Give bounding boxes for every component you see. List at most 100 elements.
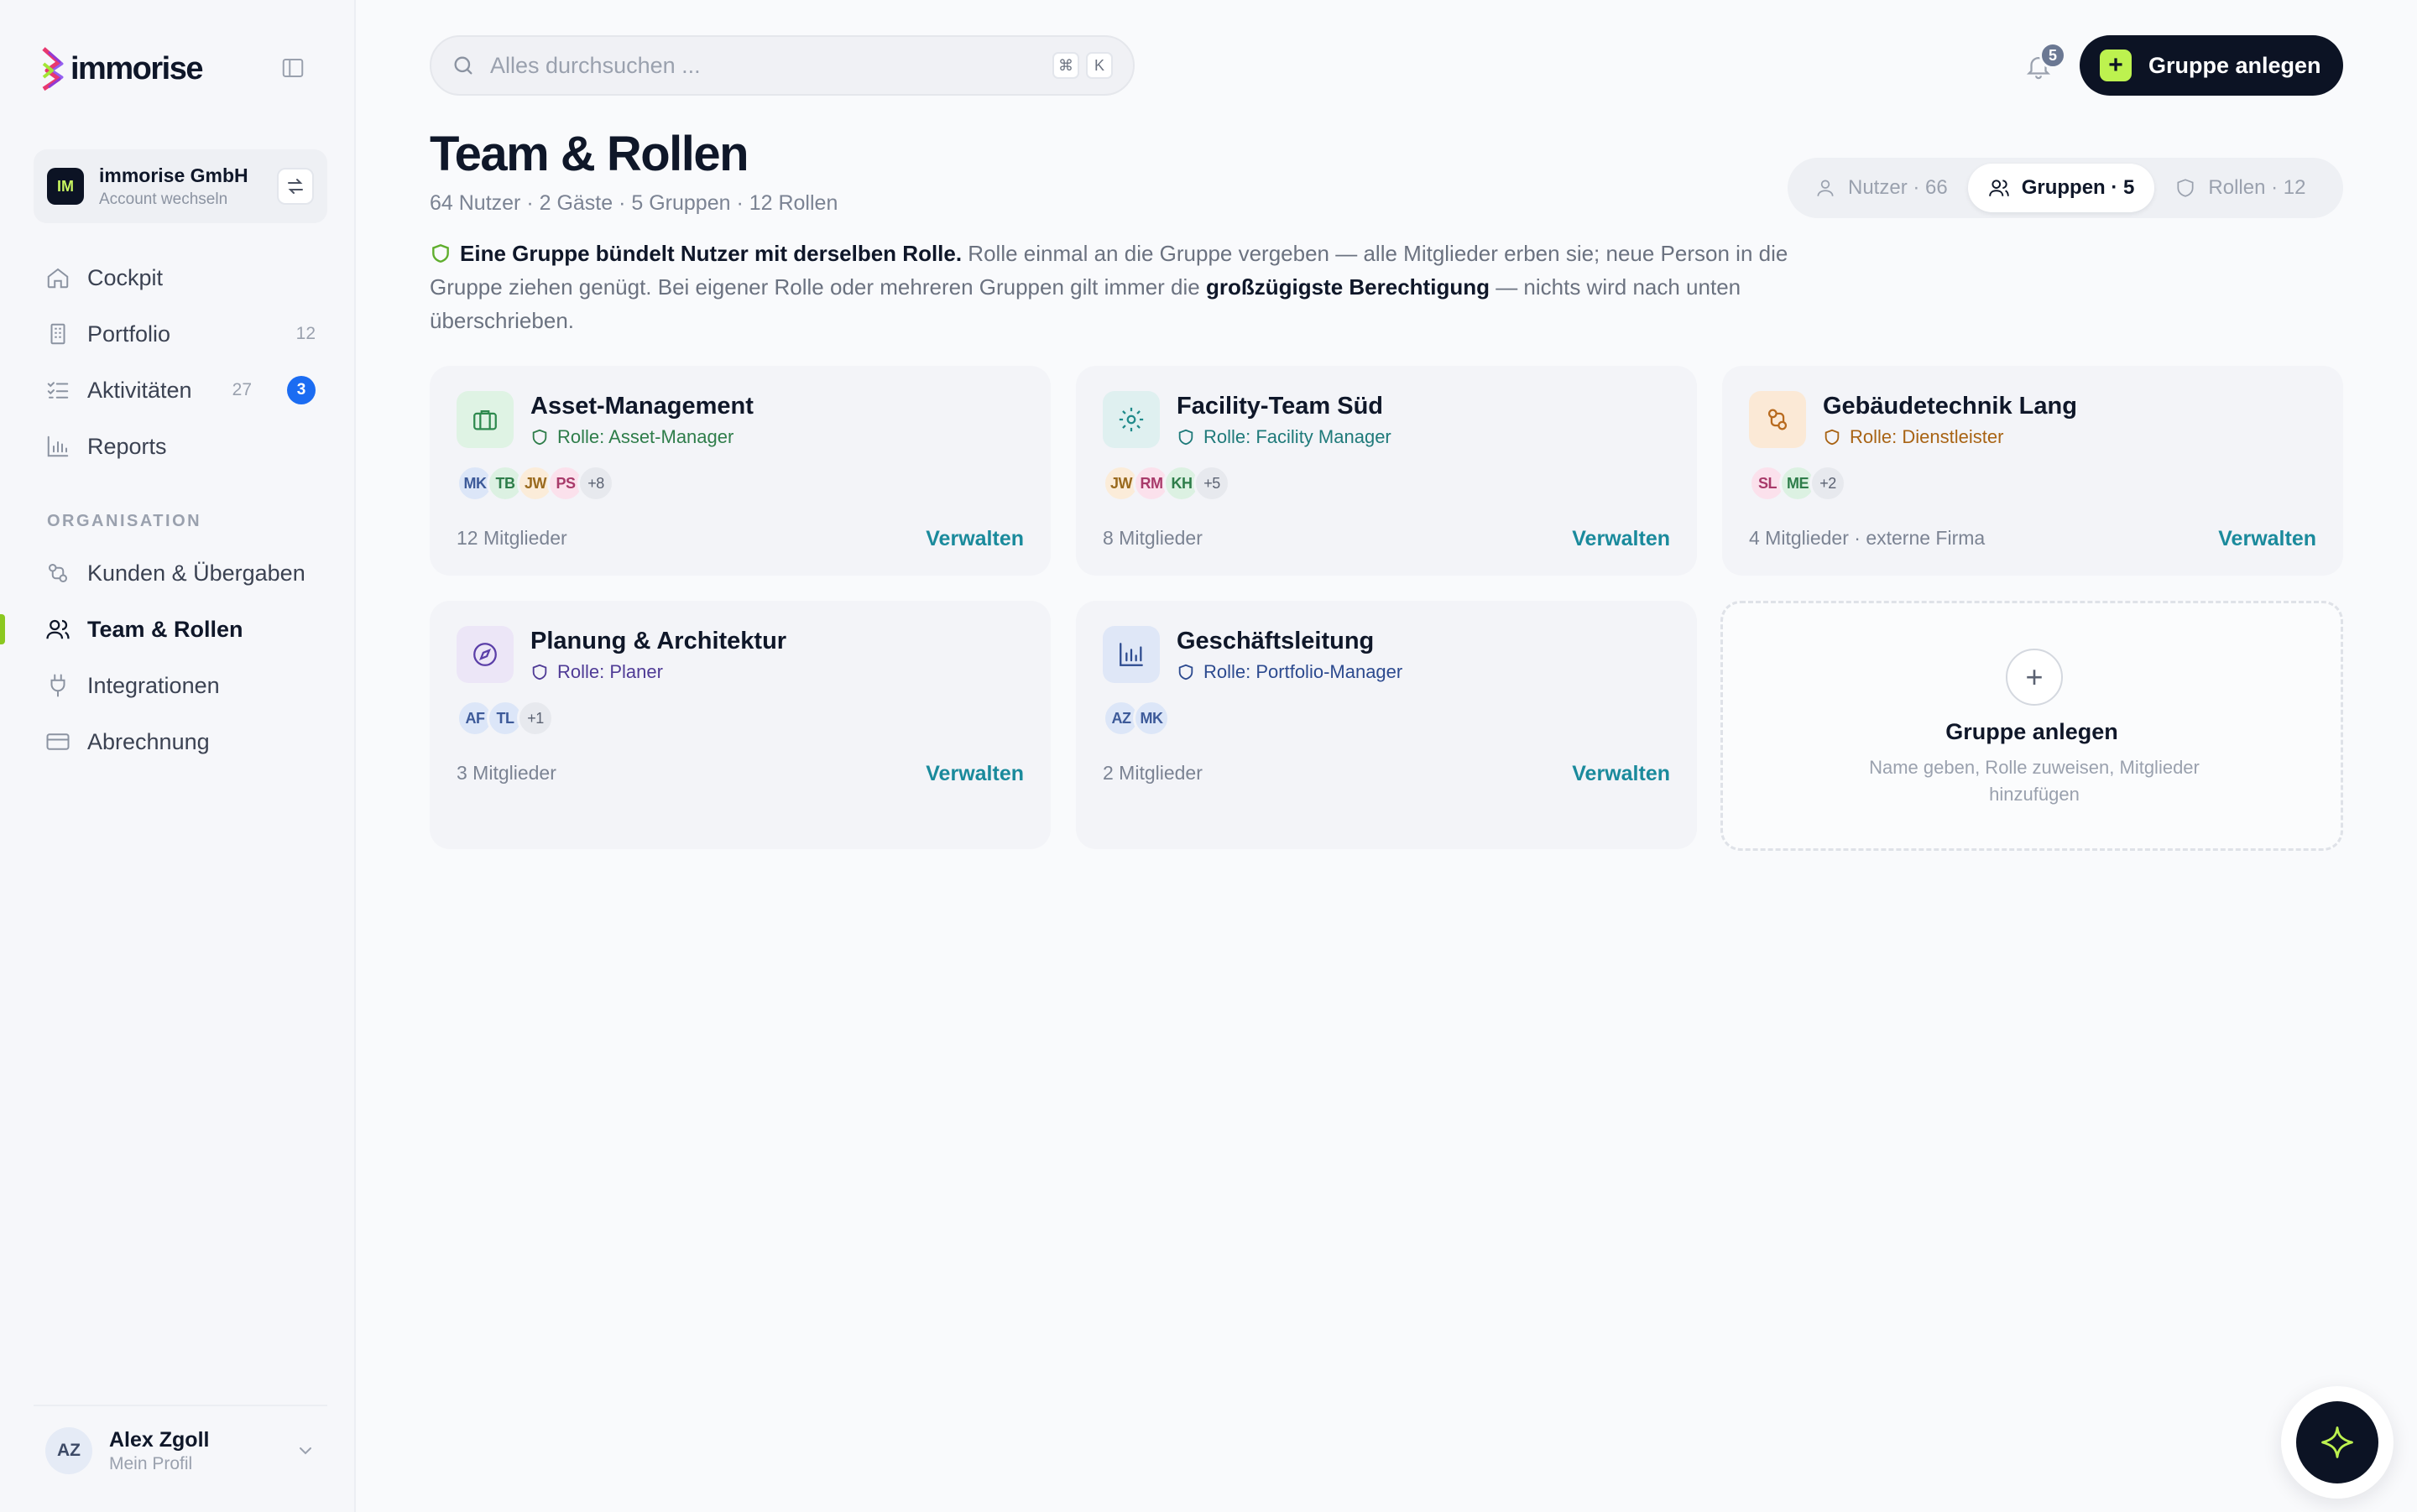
switch-account-icon[interactable]	[277, 168, 314, 205]
bar-chart-icon	[1103, 626, 1160, 683]
add-group-card[interactable]: + Gruppe anlegen Name geben, Rolle zuwei…	[1720, 601, 2343, 851]
group-card-asset-management[interactable]: Asset-Management Rolle: Asset-Manager MK…	[430, 366, 1051, 576]
notification-count-badge: 5	[2039, 42, 2066, 69]
sidebar-item-portfolio[interactable]: Portfolio 12	[34, 308, 327, 360]
compass-icon	[457, 626, 514, 683]
group-role-label: Rolle: Asset-Manager	[557, 426, 734, 447]
group-role: Rolle: Facility Manager	[1177, 426, 1391, 448]
shortcut-key-k: K	[1086, 52, 1113, 79]
users-icon	[46, 619, 70, 639]
group-card-gebaeudetechnik[interactable]: Gebäudetechnik Lang Rolle: Dienstleister…	[1722, 366, 2343, 576]
shield-icon	[1178, 429, 1193, 446]
logo[interactable]: immorise	[40, 45, 203, 92]
people-icon	[1749, 391, 1806, 448]
create-group-label: Gruppe anlegen	[2148, 52, 2321, 78]
manage-link[interactable]: Verwalten	[926, 762, 1024, 786]
member-count: 8 Mitglieder	[1103, 527, 1203, 549]
search-input[interactable]	[490, 52, 1046, 79]
sidebar-item-cockpit[interactable]: Cockpit	[34, 252, 327, 304]
plus-icon: +	[2100, 50, 2132, 81]
manage-link[interactable]: Verwalten	[1572, 762, 1670, 786]
add-group-title: Gruppe anlegen	[1945, 719, 2118, 744]
checklist-icon	[47, 382, 69, 399]
account-avatar: IM	[47, 168, 84, 205]
avatar-more: +1	[517, 700, 554, 737]
logo-mark-icon	[42, 47, 64, 91]
page-title: Team & Rollen	[430, 127, 749, 181]
sidebar-item-label: Aktivitäten	[87, 377, 192, 403]
sidebar-item-count: 27	[232, 380, 252, 399]
briefcase-icon	[457, 391, 514, 448]
shield-icon	[432, 243, 449, 263]
member-count: 3 Mitglieder	[457, 762, 556, 784]
shield-icon	[1824, 429, 1840, 446]
logo-text: immorise	[70, 50, 203, 86]
group-card-geschaeftsleitung[interactable]: Geschäftsleitung Rolle: Portfolio-Manage…	[1076, 601, 1697, 849]
plus-icon: +	[2006, 649, 2063, 706]
member-count: 4 Mitglieder · externe Firma	[1749, 527, 1986, 549]
view-tabs: Nutzer · 66 Gruppen · 5 Rollen · 12	[1788, 158, 2343, 218]
shield-icon	[1178, 664, 1193, 680]
tab-nutzer[interactable]: Nutzer · 66	[1794, 164, 1968, 212]
sidebar: immorise IM immorise GmbH Account wechse…	[0, 0, 356, 1512]
handover-icon	[49, 564, 67, 582]
member-avatars[interactable]: JW RM KH +5	[1103, 465, 1230, 502]
avatar: MK	[1133, 700, 1170, 737]
member-avatars[interactable]: AZ MK	[1103, 700, 1170, 737]
sidebar-item-aktivitaeten[interactable]: Aktivitäten 27 3	[34, 364, 327, 416]
profile-sub: Mein Profil	[109, 1453, 193, 1473]
shield-icon	[532, 429, 547, 446]
sidebar-item-reports[interactable]: Reports	[34, 420, 327, 472]
profile-menu[interactable]: AZ Alex Zgoll Mein Profil	[34, 1405, 327, 1495]
tab-label: Nutzer · 66	[1848, 176, 1948, 199]
sidebar-item-label: Reports	[87, 433, 167, 459]
manage-link[interactable]: Verwalten	[926, 527, 1024, 551]
assistant-button[interactable]	[2281, 1386, 2394, 1499]
manage-link[interactable]: Verwalten	[2218, 527, 2316, 551]
profile-name: Alex Zgoll	[109, 1427, 210, 1452]
group-role-label: Rolle: Dienstleister	[1850, 426, 2004, 447]
shortcut-key-cmd: ⌘	[1052, 52, 1079, 79]
member-avatars[interactable]: AF TL +1	[457, 700, 554, 737]
manage-link[interactable]: Verwalten	[1572, 527, 1670, 551]
home-icon	[47, 268, 69, 289]
gear-icon	[1103, 391, 1160, 448]
group-card-facility-team[interactable]: Facility-Team Süd Rolle: Facility Manage…	[1076, 366, 1697, 576]
avatar-more: +2	[1809, 465, 1846, 502]
member-avatars[interactable]: SL ME +2	[1749, 465, 1846, 502]
group-name: Gebäudetechnik Lang	[1823, 393, 2077, 420]
account-switcher[interactable]: IM immorise GmbH Account wechseln	[34, 149, 327, 223]
tab-rollen[interactable]: Rollen · 12	[2154, 164, 2326, 212]
group-name: Asset-Management	[530, 393, 754, 420]
group-card-planung[interactable]: Planung & Architektur Rolle: Planer AF T…	[430, 601, 1051, 849]
sidebar-item-kunden[interactable]: Kunden & Übergaben	[34, 547, 327, 599]
group-role: Rolle: Planer	[530, 661, 663, 683]
main-nav: Cockpit Portfolio 12 Aktivitäten 27 3 Re…	[34, 252, 327, 472]
group-name: Facility-Team Süd	[1177, 393, 1384, 420]
sidebar-item-count: 12	[295, 324, 316, 343]
sidebar-item-label: Portfolio	[87, 321, 171, 347]
sidebar-item-label: Integrationen	[87, 672, 220, 698]
sidebar-item-team-rollen[interactable]: Team & Rollen	[34, 603, 327, 655]
search-bar[interactable]: ⌘ K	[430, 35, 1135, 96]
sidebar-item-integrationen[interactable]: Integrationen	[34, 660, 327, 712]
sparkle-icon	[2321, 1426, 2353, 1458]
create-group-button[interactable]: + Gruppe anlegen	[2080, 35, 2343, 96]
chevron-down-icon[interactable]	[295, 1441, 316, 1461]
group-role-label: Rolle: Planer	[557, 661, 663, 682]
shield-icon	[2177, 179, 2194, 197]
tab-gruppen[interactable]: Gruppen · 5	[1967, 164, 2155, 212]
group-name: Planung & Architektur	[530, 628, 787, 654]
sidebar-item-abrechnung[interactable]: Abrechnung	[34, 716, 327, 768]
notifications-button[interactable]: 5	[2019, 42, 2066, 86]
group-role: Rolle: Dienstleister	[1823, 426, 2003, 448]
sidebar-item-label: Kunden & Übergaben	[87, 560, 305, 586]
info-strong: großzügigste Berechtigung	[1205, 274, 1490, 300]
notification-badge: 3	[287, 376, 316, 404]
member-avatars[interactable]: MK TB JW PS +8	[457, 465, 614, 502]
sidebar-collapse-icon[interactable]	[280, 55, 311, 86]
users-icon	[1988, 180, 2009, 196]
group-role: Rolle: Portfolio-Manager	[1177, 661, 1402, 683]
search-icon	[454, 56, 472, 75]
sidebar-item-label: Team & Rollen	[87, 616, 243, 642]
